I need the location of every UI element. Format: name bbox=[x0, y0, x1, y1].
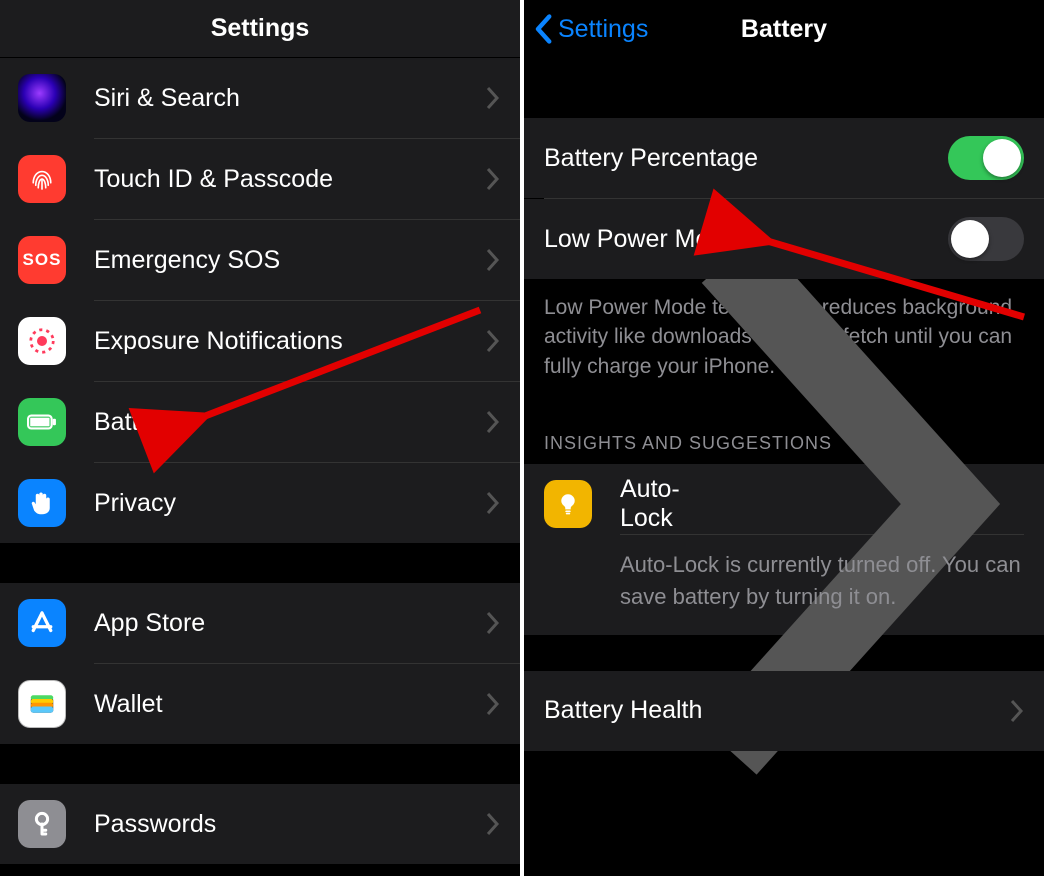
row-label: Low Power Mode bbox=[544, 225, 948, 254]
chevron-right-icon bbox=[486, 167, 500, 191]
settings-group-2: App Store Wallet bbox=[0, 583, 520, 744]
auto-lock-title: Auto-Lock bbox=[620, 475, 680, 533]
lightbulb-icon bbox=[544, 480, 592, 528]
back-label: Settings bbox=[558, 15, 648, 44]
row-label: Battery bbox=[94, 408, 486, 437]
chevron-right-icon bbox=[486, 329, 500, 353]
row-privacy[interactable]: Privacy bbox=[0, 463, 520, 543]
row-emergency-sos[interactable]: SOS Emergency SOS bbox=[0, 220, 520, 300]
chevron-left-icon bbox=[534, 14, 552, 44]
battery-switch-group: Battery Percentage Low Power Mode bbox=[524, 118, 1044, 279]
chevron-right-icon bbox=[486, 86, 500, 110]
group-spacer bbox=[0, 543, 520, 583]
row-label: Passwords bbox=[94, 810, 486, 839]
settings-title: Settings bbox=[211, 14, 310, 43]
fingerprint-icon bbox=[18, 155, 66, 203]
row-touch-id[interactable]: Touch ID & Passcode bbox=[0, 139, 520, 219]
hand-icon bbox=[18, 479, 66, 527]
row-label: Privacy bbox=[94, 489, 486, 518]
row-battery[interactable]: Battery bbox=[0, 382, 520, 462]
battery-header: Settings Battery bbox=[524, 0, 1044, 58]
chevron-right-icon bbox=[486, 812, 500, 836]
wallet-icon bbox=[18, 680, 66, 728]
battery-panel: Settings Battery Battery Percentage Low … bbox=[524, 0, 1044, 876]
settings-group-3: Passwords bbox=[0, 784, 520, 864]
toggle-battery-percentage[interactable] bbox=[948, 136, 1024, 180]
settings-header: Settings bbox=[0, 0, 520, 58]
chevron-right-icon bbox=[486, 611, 500, 635]
toggle-low-power-mode[interactable] bbox=[948, 217, 1024, 261]
row-label: Battery Health bbox=[544, 696, 1010, 725]
chevron-right-icon bbox=[486, 491, 500, 515]
appstore-icon bbox=[18, 599, 66, 647]
header-spacer bbox=[524, 58, 1044, 118]
row-app-store[interactable]: App Store bbox=[0, 583, 520, 663]
row-low-power-mode[interactable]: Low Power Mode bbox=[524, 199, 1044, 279]
chevron-right-icon bbox=[1010, 699, 1024, 723]
row-exposure-notifications[interactable]: Exposure Notifications bbox=[0, 301, 520, 381]
chevron-right-icon bbox=[486, 410, 500, 434]
exposure-icon bbox=[18, 317, 66, 365]
sos-icon: SOS bbox=[18, 236, 66, 284]
settings-panel: Settings Siri & Search Touch ID & Passco… bbox=[0, 0, 520, 876]
row-auto-lock-suggestion[interactable]: Auto-Lock Auto-Lock is currently turned … bbox=[524, 464, 1044, 635]
row-label: Siri & Search bbox=[94, 84, 486, 113]
key-icon bbox=[18, 800, 66, 848]
row-battery-health[interactable]: Battery Health bbox=[524, 671, 1044, 751]
battery-icon bbox=[18, 398, 66, 446]
chevron-right-icon bbox=[486, 692, 500, 716]
row-wallet[interactable]: Wallet bbox=[0, 664, 520, 744]
row-label: Wallet bbox=[94, 690, 486, 719]
chevron-right-icon bbox=[486, 248, 500, 272]
row-label: Touch ID & Passcode bbox=[94, 165, 486, 194]
row-label: App Store bbox=[94, 609, 486, 638]
back-button[interactable]: Settings bbox=[534, 14, 648, 44]
siri-icon bbox=[18, 74, 66, 122]
settings-group-1: Siri & Search Touch ID & Passcode SOS Em… bbox=[0, 58, 520, 543]
row-label: Exposure Notifications bbox=[94, 327, 486, 356]
row-label: Emergency SOS bbox=[94, 246, 486, 275]
row-passwords[interactable]: Passwords bbox=[0, 784, 520, 864]
row-label: Battery Percentage bbox=[544, 144, 948, 173]
row-battery-percentage[interactable]: Battery Percentage bbox=[524, 118, 1044, 198]
group-spacer bbox=[0, 744, 520, 784]
row-siri-search[interactable]: Siri & Search bbox=[0, 58, 520, 138]
auto-lock-body: Auto-Lock Auto-Lock is currently turned … bbox=[620, 480, 1024, 635]
